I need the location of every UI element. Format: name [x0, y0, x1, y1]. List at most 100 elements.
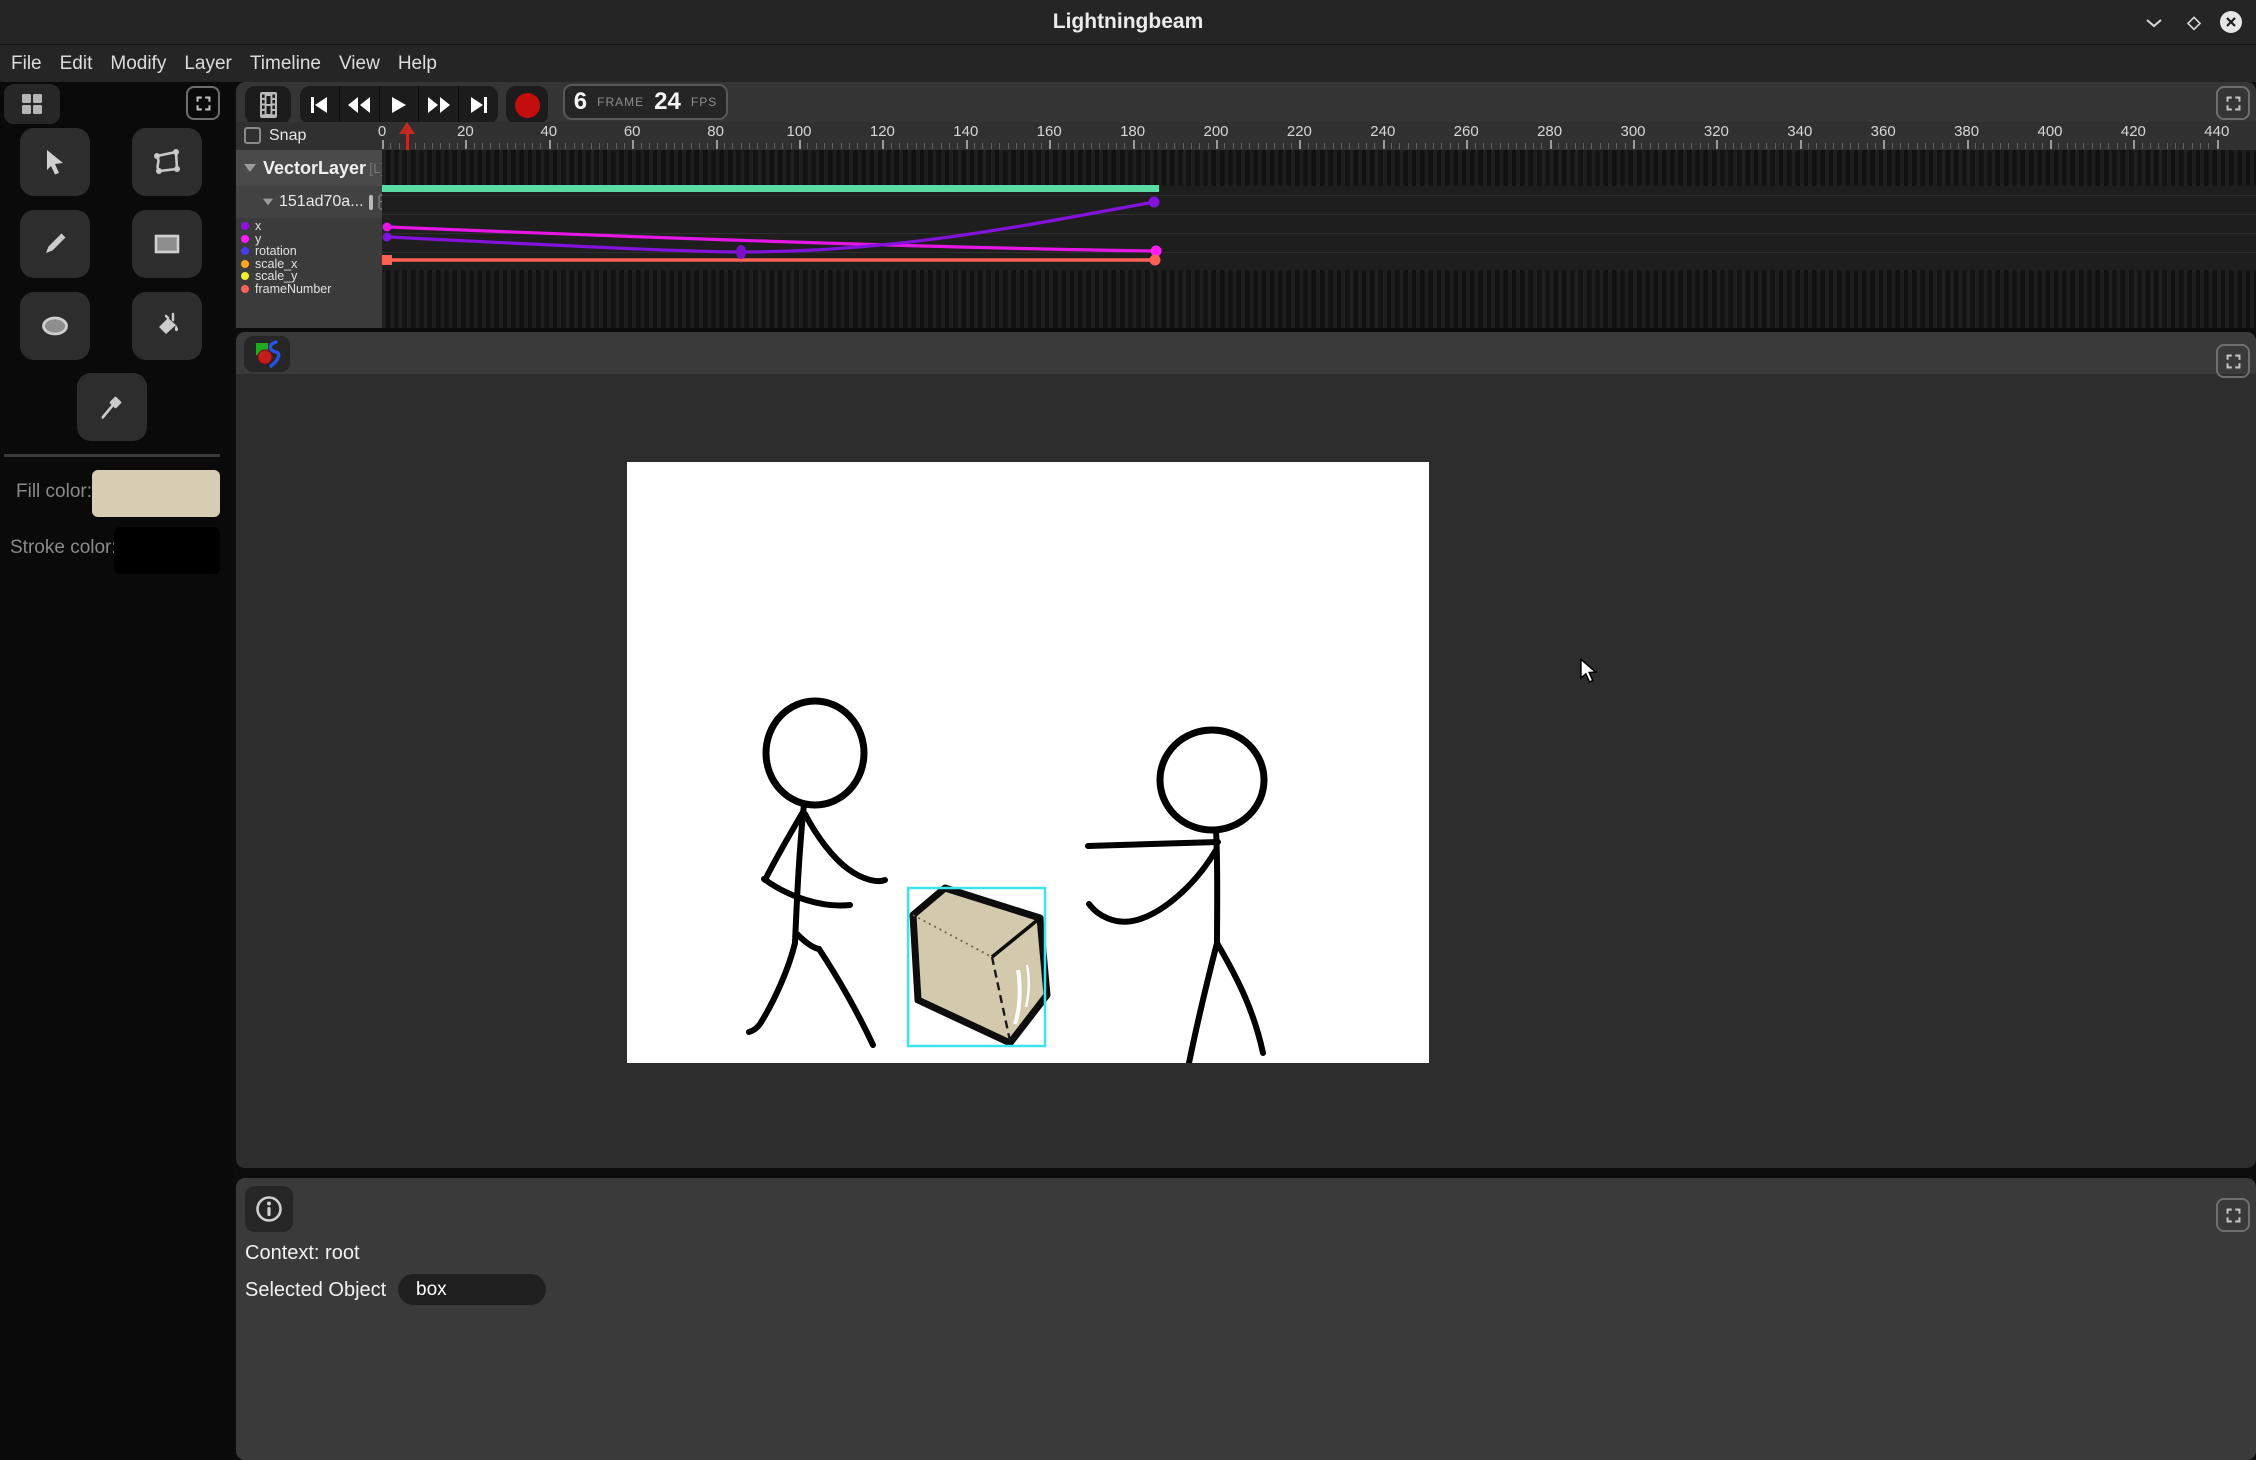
stroke-color-swatch[interactable] [114, 527, 220, 574]
menu-help[interactable]: Help [398, 53, 437, 75]
property-row-rotation[interactable]: rotation [238, 245, 380, 258]
tools-expand-button[interactable] [186, 86, 220, 120]
ruler-tick [791, 143, 792, 149]
close-button[interactable] [2216, 7, 2246, 37]
inspector-expand-button[interactable] [2216, 1198, 2250, 1232]
chevron-down-icon [2145, 18, 2163, 28]
ruler-tick [599, 143, 600, 149]
snap-checkbox[interactable] [244, 127, 261, 144]
ruler-tick [1975, 143, 1976, 149]
canvas-header [236, 332, 2256, 374]
ruler-tick [482, 143, 483, 149]
keyframe[interactable] [383, 233, 392, 242]
minimize-button[interactable] [2139, 8, 2169, 38]
tool-ellipse[interactable] [20, 292, 90, 360]
skip-to-start-button[interactable] [300, 86, 339, 124]
ruler-tick [1950, 143, 1951, 149]
play-button[interactable] [379, 86, 419, 124]
expand-icon [2225, 95, 2242, 112]
stage[interactable] [627, 462, 1429, 1063]
rectangle-icon [153, 233, 181, 255]
keyframe[interactable] [383, 223, 392, 232]
layer-swatch-button[interactable] [369, 195, 373, 210]
tool-fill-bucket[interactable] [132, 292, 202, 360]
ruler-tick [1892, 143, 1893, 149]
menu-view[interactable]: View [339, 53, 380, 75]
ruler-tick [1917, 143, 1918, 149]
keyframe[interactable] [382, 255, 392, 265]
timeline-curves[interactable] [382, 150, 2256, 328]
ruler-tick [2008, 143, 2009, 149]
info-button[interactable] [245, 1186, 293, 1232]
ruler-tick [616, 143, 617, 149]
canvas-expand-button[interactable] [2216, 344, 2250, 378]
ruler-tick [724, 143, 725, 149]
ruler-tick [1241, 143, 1242, 149]
property-row-frameNumber[interactable]: frameNumber [238, 283, 380, 296]
timeline-expand-button[interactable] [2216, 86, 2250, 120]
property-label: scale_y [255, 270, 297, 283]
box-object [913, 888, 1047, 1043]
layer-row-vectorlayer[interactable]: VectorLayer [L] [236, 150, 382, 186]
ruler-tick [1124, 143, 1125, 149]
ruler-tick [1450, 143, 1451, 149]
maximize-button[interactable] [2179, 8, 2209, 38]
ruler-label: 40 [527, 123, 571, 140]
ruler-tick [515, 143, 516, 149]
tool-rectangle[interactable] [132, 210, 202, 278]
ruler-tick [932, 143, 933, 149]
tool-eyedropper[interactable] [77, 373, 147, 441]
layer-row-object[interactable]: 151ad70a... ~ [236, 186, 382, 218]
playhead[interactable] [399, 122, 415, 150]
property-row-x[interactable]: x [238, 220, 380, 233]
ruler-tick [832, 143, 833, 149]
panel-grid-button[interactable] [4, 84, 60, 124]
fps-label: FPS [691, 95, 717, 109]
pencil-icon [42, 231, 68, 257]
collapse-triangle-icon[interactable] [263, 199, 273, 206]
timeline-ruler[interactable]: 0204060801001201401601802002202402602803… [382, 122, 2256, 150]
ruler-tick [1116, 143, 1117, 149]
film-button[interactable] [245, 86, 291, 124]
tool-select[interactable] [20, 128, 90, 196]
ruler-label: 260 [1444, 123, 1488, 140]
keyframe[interactable] [736, 245, 746, 259]
keyframe[interactable] [1149, 197, 1160, 208]
fill-color-swatch[interactable] [92, 470, 220, 517]
ruler-label: 220 [1277, 123, 1321, 140]
curve-x[interactable] [388, 202, 1154, 252]
tool-pencil[interactable] [20, 210, 90, 278]
fast-forward-button[interactable] [418, 86, 458, 124]
tool-transform[interactable] [132, 128, 202, 196]
inspector-panel [236, 1178, 2256, 1460]
layer-extent-bar[interactable] [382, 185, 1159, 192]
menu-timeline[interactable]: Timeline [250, 53, 321, 75]
menu-edit[interactable]: Edit [60, 53, 93, 75]
ruler-tick [1308, 143, 1309, 149]
keyframe[interactable] [1150, 255, 1161, 266]
ruler-tick [1591, 143, 1592, 149]
ruler-tick [2167, 143, 2168, 149]
ruler-tick [1516, 143, 1517, 149]
ruler-tick [974, 143, 975, 149]
frame-counter[interactable]: 6 FRAME 24 FPS [563, 84, 728, 120]
selected-object-field[interactable]: box [398, 1274, 546, 1305]
skip-to-end-button[interactable] [458, 86, 498, 124]
ruler-tick [1408, 143, 1409, 149]
rewind-button[interactable] [339, 86, 379, 124]
menu-modify[interactable]: Modify [110, 53, 166, 75]
ruler-tick [666, 143, 667, 149]
record-button[interactable] [506, 86, 548, 124]
ruler-tick [1425, 143, 1426, 149]
menu-layer[interactable]: Layer [184, 53, 232, 75]
curve-y[interactable] [388, 227, 1156, 251]
property-row-scale_y[interactable]: scale_y [238, 270, 380, 283]
ruler-tick [1191, 143, 1192, 149]
property-color-dot [241, 222, 249, 230]
menu-file[interactable]: File [11, 53, 42, 75]
ruler-tick [1775, 143, 1776, 149]
stroke-color-label: Stroke color: [10, 537, 117, 559]
collapse-triangle-icon[interactable] [244, 164, 256, 172]
window-title: Lightningbeam [0, 0, 2256, 44]
stage-panel-button[interactable] [244, 336, 290, 372]
